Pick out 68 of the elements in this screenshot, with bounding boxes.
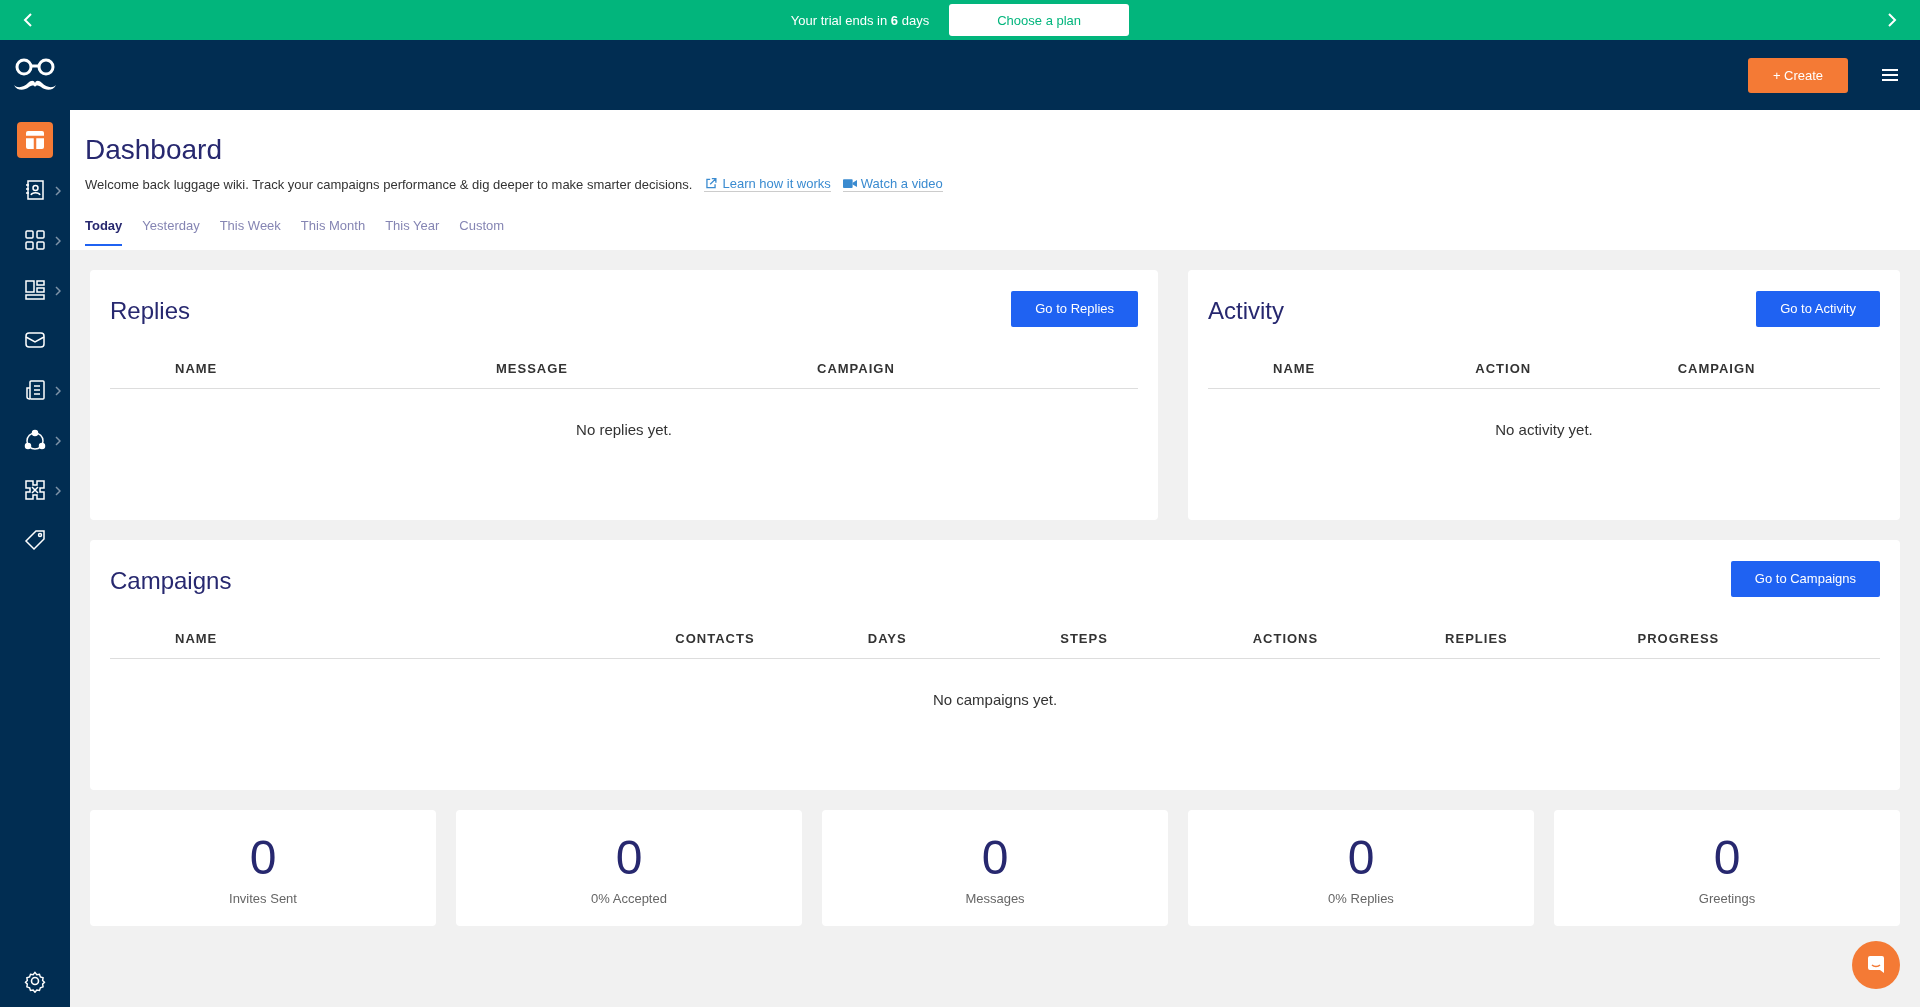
stat-value: 0 (981, 830, 1009, 885)
column-header: NAME (1273, 361, 1317, 376)
column-header: MESSAGE (496, 361, 569, 376)
date-tab[interactable]: This Week (219, 218, 281, 246)
grid-icon (23, 228, 47, 252)
chat-button[interactable] (1852, 941, 1900, 989)
column-header: STEPS (1060, 631, 1109, 646)
document-icon (23, 378, 47, 402)
chevron-right-icon[interactable] (1886, 12, 1898, 28)
chevron-right-icon (55, 186, 61, 196)
column-header: REPLIES (1445, 631, 1509, 646)
column-header: PROGRESS (1637, 631, 1721, 646)
tag-icon (23, 528, 47, 552)
date-tab[interactable]: This Year (385, 218, 440, 246)
stat-value: 0 (1347, 830, 1375, 885)
choose-plan-button[interactable]: Choose a plan (949, 4, 1130, 36)
contact-card-icon (23, 178, 47, 202)
settings-icon[interactable] (23, 969, 47, 993)
network-icon (23, 428, 47, 452)
panel-title: Campaigns (110, 567, 232, 595)
chevron-left-icon[interactable] (22, 12, 34, 28)
empty-message: No replies yet. (575, 421, 673, 438)
date-tab[interactable]: Yesterday (142, 218, 200, 246)
column-header: CAMPAIGN (817, 361, 896, 376)
column-header: CONTACTS (675, 631, 756, 646)
glasses-mustache-logo-icon[interactable] (12, 57, 58, 93)
column-header: DAYS (867, 631, 908, 646)
chevron-right-icon (55, 486, 61, 496)
date-tab[interactable]: Today (85, 218, 123, 246)
video-link[interactable]: Watch a video (842, 176, 943, 192)
chat-bubble-icon (1866, 955, 1886, 975)
trial-message: Your trial ends in 6 days (790, 12, 930, 28)
stat-value: 0 (249, 830, 277, 885)
column-header: NAME (175, 361, 219, 376)
go-button[interactable]: Go to Replies (1011, 290, 1138, 327)
go-button[interactable]: Go to Campaigns (1730, 560, 1880, 597)
go-button[interactable]: Go to Activity (1756, 290, 1880, 327)
empty-message: No campaigns yet. (931, 691, 1059, 708)
column-header: CAMPAIGN (1677, 361, 1757, 376)
layout-icon (23, 128, 47, 152)
welcome-text: Welcome back luggage wiki. Track your campaigns performance & dig deeper to make smarter decisions. (85, 176, 693, 192)
stat-label: 0% Replies (1328, 891, 1394, 906)
date-tab[interactable]: Custom (459, 218, 505, 246)
video-camera-icon (842, 177, 857, 190)
menu-icon[interactable] (1882, 68, 1898, 82)
chevron-right-icon (55, 436, 61, 446)
column-header: ACTIONS (1252, 631, 1320, 646)
column-header: NAME (175, 631, 219, 646)
panel-title: Replies (110, 297, 191, 325)
stat-value: 0 (1713, 830, 1741, 885)
empty-message: No activity yet. (1494, 421, 1594, 438)
date-tab[interactable]: This Month (300, 218, 366, 246)
integration-icon (23, 478, 47, 502)
create-button[interactable]: + Create (1748, 57, 1848, 93)
stat-label: Greetings (1698, 891, 1756, 906)
chevron-right-icon (55, 236, 61, 246)
template-icon (23, 278, 47, 302)
learn-link[interactable]: Learn how it works (704, 176, 831, 192)
chevron-right-icon (55, 286, 61, 296)
chevron-right-icon (55, 386, 61, 396)
page-title: Dashboard (85, 134, 223, 166)
column-header: ACTION (1475, 361, 1533, 376)
panel-title: Activity (1208, 297, 1284, 325)
stat-label: Messages (965, 891, 1025, 906)
external-link-icon (704, 177, 719, 190)
stat-value: 0 (615, 830, 643, 885)
stat-label: Invites Sent (229, 891, 297, 906)
stat-label: 0% Accepted (591, 891, 667, 906)
